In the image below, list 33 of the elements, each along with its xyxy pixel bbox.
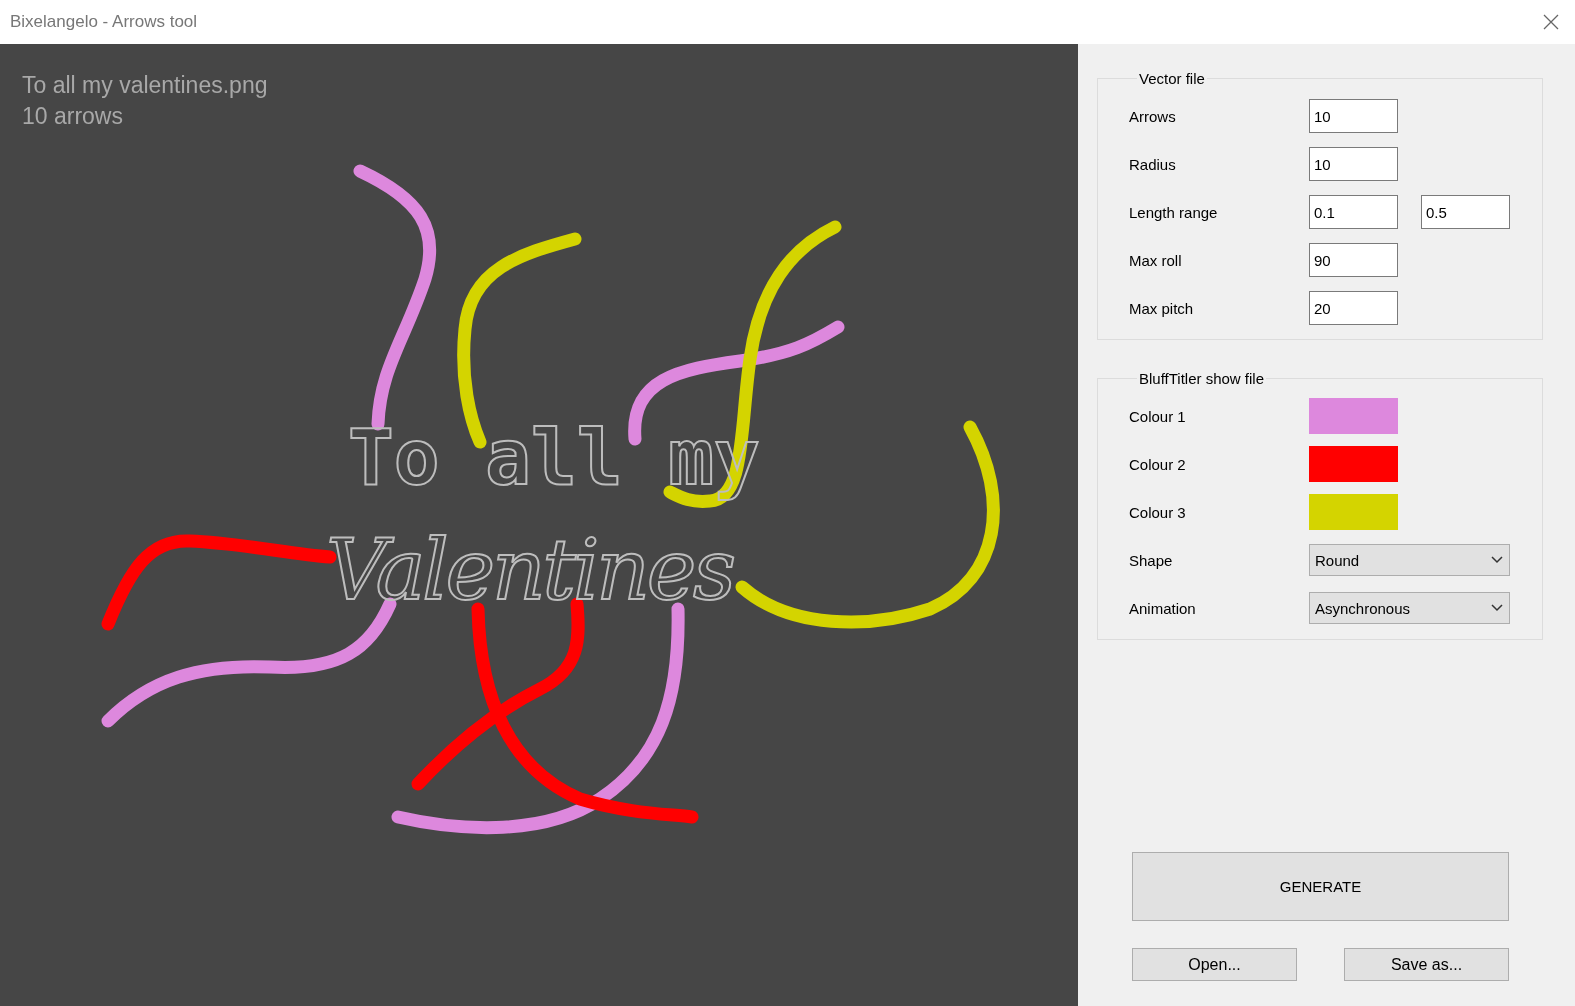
field-label: Max roll [1129, 251, 1183, 269]
chevron-down-icon [1491, 604, 1503, 612]
number-field[interactable]: 10 [1309, 99, 1398, 133]
dropdown[interactable]: Asynchronous [1309, 592, 1510, 624]
group-title: Vector file [1138, 70, 1206, 87]
file-name: To all my valentines.png [22, 72, 268, 99]
field-label: Colour 2 [1129, 455, 1187, 473]
window-title: Bixelangelo - Arrows tool [10, 12, 198, 32]
colour-swatch[interactable] [1309, 494, 1398, 530]
generate-button[interactable]: GENERATE [1132, 852, 1509, 921]
field-label: Length range [1129, 203, 1219, 221]
number-field[interactable]: 10 [1309, 147, 1398, 181]
field-label: Radius [1129, 155, 1177, 173]
number-field[interactable]: 0.1 [1309, 195, 1398, 229]
open-button[interactable]: Open... [1132, 948, 1297, 981]
field-label: Shape [1129, 551, 1174, 569]
field-label: Arrows [1129, 107, 1177, 125]
chevron-down-icon [1491, 556, 1503, 564]
dropdown[interactable]: Round [1309, 544, 1510, 576]
group-title: BluffTitler show file [1138, 370, 1266, 387]
artwork-text: Valentines [326, 521, 736, 619]
field-label: Colour 1 [1129, 407, 1187, 425]
arrow-count: 10 arrows [22, 103, 124, 130]
number-field[interactable]: 20 [1309, 291, 1398, 325]
colour-swatch[interactable] [1309, 398, 1398, 434]
field-label: Colour 3 [1129, 503, 1187, 521]
colour-swatch[interactable] [1309, 446, 1398, 482]
number-field[interactable]: 0.5 [1421, 195, 1510, 229]
close-icon[interactable] [1543, 14, 1559, 30]
save-as-button[interactable]: Save as... [1344, 948, 1509, 981]
field-label: Max pitch [1129, 299, 1195, 317]
field-label: Animation [1129, 599, 1197, 617]
number-field[interactable]: 90 [1309, 243, 1398, 277]
